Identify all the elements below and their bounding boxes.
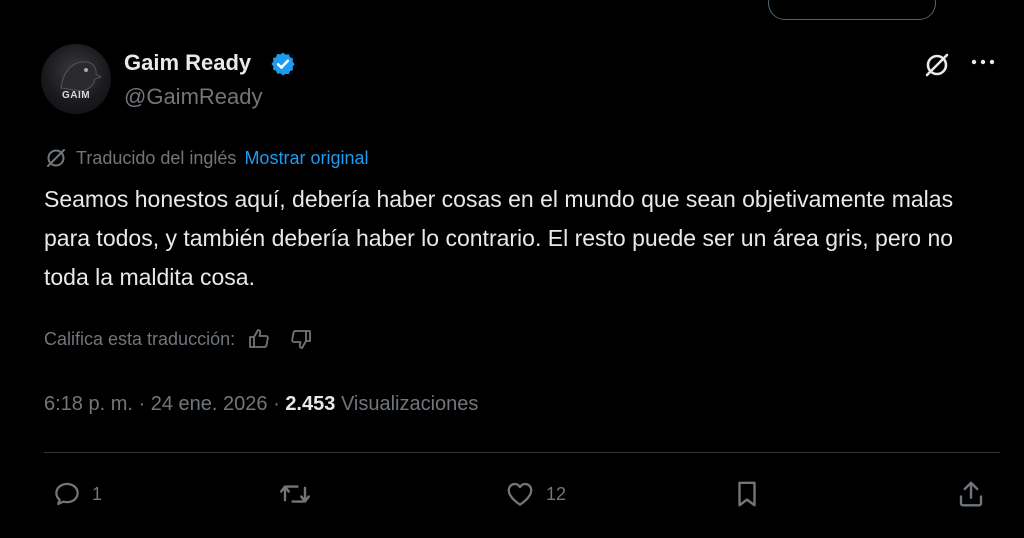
meta-separator: · — [138, 393, 146, 415]
avatar-bird-icon — [60, 61, 103, 92]
rate-translation: Califica esta traducción: — [44, 327, 313, 351]
tweet-date[interactable]: 24 ene. 2026 — [151, 393, 268, 415]
tweet-meta: 6:18 p. m. · 24 ene. 2026 · 2.453 Visual… — [44, 393, 478, 416]
like-count: 12 — [546, 483, 567, 504]
top-pill-button[interactable] — [768, 0, 936, 20]
thumbs-up-icon[interactable] — [247, 327, 271, 351]
like-button[interactable]: 12 — [504, 474, 566, 514]
verified-badge-icon — [271, 52, 295, 76]
views-count: 2.453 — [285, 393, 336, 415]
tweet-text: Seamos honestos aquí, debería haber cosa… — [44, 186, 954, 290]
rate-translation-label: Califica esta traducción: — [44, 328, 236, 349]
thumbs-down-icon[interactable] — [289, 327, 313, 351]
avatar[interactable]: GAIM — [41, 44, 111, 114]
reply-count: 1 — [92, 483, 103, 504]
translated-from-label: Traducido del inglés — [76, 147, 237, 168]
tweet-detail: GAIM Gaim Ready @GaimReady Traducido del… — [8, 0, 1016, 538]
translation-info: Traducido del inglés Mostrar original — [44, 146, 368, 170]
more-icon[interactable] — [968, 52, 998, 72]
author-display-name[interactable]: Gaim Ready — [124, 50, 251, 76]
meta-separator: · — [273, 393, 280, 415]
bookmark-icon — [738, 481, 756, 507]
share-button[interactable] — [956, 474, 986, 514]
share-icon — [959, 481, 983, 507]
views-label: Visualizaciones — [340, 393, 479, 415]
grok-icon[interactable] — [922, 50, 952, 80]
retweet-icon — [280, 485, 310, 503]
avatar-logo-text: GAIM — [61, 90, 91, 101]
translate-icon — [47, 149, 65, 167]
show-original-link[interactable]: Mostrar original — [244, 148, 368, 169]
author-handle[interactable]: @GaimReady — [124, 84, 263, 110]
tweet-time[interactable]: 6:18 p. m. — [44, 393, 133, 415]
bookmark-button[interactable] — [732, 474, 762, 514]
reply-icon — [55, 482, 79, 506]
divider — [44, 452, 1000, 453]
reply-button[interactable]: 1 — [52, 474, 102, 514]
retweet-button[interactable] — [278, 474, 312, 514]
like-icon — [507, 482, 533, 506]
